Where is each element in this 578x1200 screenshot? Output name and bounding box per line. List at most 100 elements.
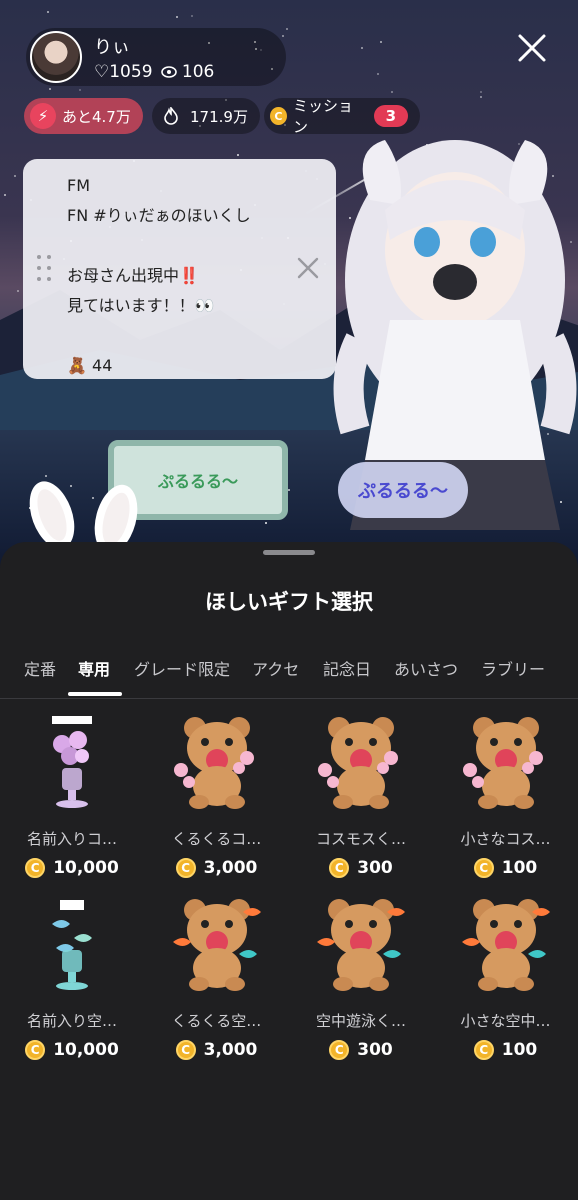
gift-item[interactable]: 名前入りコ… C 10,000	[0, 704, 144, 884]
gift-price-value: 100	[501, 1040, 538, 1060]
mission-count-badge: 3	[373, 105, 408, 127]
star	[360, 46, 363, 49]
gift-price-value: 300	[357, 1040, 393, 1060]
gift-item[interactable]: 空中遊泳く… C 300	[289, 886, 433, 1066]
star	[45, 474, 48, 477]
tab-lovely[interactable]: ラブリー	[481, 656, 545, 680]
scene-speech-bubble: ぷるるる〜	[338, 462, 468, 518]
coin-icon: C	[25, 858, 46, 878]
flame-icon	[158, 103, 184, 129]
star	[377, 73, 380, 76]
bear-fish-icon	[311, 894, 411, 992]
bear-icon: 🧸	[67, 356, 87, 375]
gift-name: 小さな空中…	[460, 1012, 551, 1030]
sheet-drag-handle[interactable]	[263, 550, 315, 555]
gift-price: C 100	[434, 858, 578, 878]
drag-handle-icon[interactable]	[37, 255, 53, 285]
mission-chip[interactable]: C ミッション 3	[264, 97, 420, 136]
gift-price: C 10,000	[0, 858, 144, 878]
gift-item[interactable]: くるくるコ… C 3,000	[145, 704, 289, 884]
star	[175, 15, 178, 18]
active-tab-indicator	[68, 692, 122, 696]
tab-exclusive[interactable]: 専用	[78, 656, 110, 680]
points-text: 171.9万	[190, 107, 248, 126]
host-name: りぃ	[94, 36, 130, 58]
gift-price-value: 100	[501, 858, 538, 878]
bear-count-row: 🧸 44	[67, 351, 336, 381]
host-stats: ♡1059 106	[94, 62, 214, 82]
star	[92, 496, 95, 499]
gift-name: 小さなコス…	[460, 830, 551, 848]
bear-fish-icon	[167, 894, 267, 992]
tab-anniversary[interactable]: 記念日	[323, 656, 371, 680]
coin-icon: C	[25, 1040, 46, 1060]
points-chip[interactable]: 171.9万	[152, 98, 260, 134]
mission-label: ミッション	[292, 97, 353, 136]
rank-gap-text: あと4.7万	[62, 107, 131, 126]
star	[69, 485, 72, 488]
star	[285, 28, 288, 31]
viewers-count: 106	[181, 61, 215, 82]
likes-count: ♡1059	[94, 61, 153, 82]
star	[47, 11, 50, 14]
coin-icon: C	[175, 858, 196, 878]
comment-line: 見てはいます！！👀	[67, 296, 215, 315]
star	[480, 91, 483, 94]
fish-stand-icon	[22, 894, 122, 992]
star	[4, 194, 7, 197]
star	[479, 96, 482, 99]
gift-price-value: 10,000	[53, 1040, 119, 1060]
gift-price: C 3,000	[145, 1040, 289, 1060]
comment-line: FN #りぃだぁのほいくし	[67, 206, 251, 225]
star	[78, 88, 81, 91]
gift-category-tabs: 定番 専用 グレード限定 アクセ 記念日 あいさつ ラブリー	[0, 656, 578, 696]
star	[288, 489, 291, 492]
close-comment-icon[interactable]	[295, 255, 321, 281]
tab-accessories[interactable]: アクセ	[252, 656, 299, 680]
host-avatar[interactable]	[30, 31, 82, 83]
tab-standard[interactable]: 定番	[24, 656, 56, 680]
eye-icon	[160, 65, 177, 78]
rank-gap-chip[interactable]: ⚡ あと4.7万	[24, 98, 143, 134]
viewers-stat: 106	[160, 61, 215, 82]
gift-price-value: 3,000	[203, 1040, 258, 1060]
tab-grade-limited[interactable]: グレード限定	[134, 656, 230, 680]
star	[391, 91, 394, 94]
gift-item[interactable]: 小さな空中… C 100	[434, 886, 578, 1066]
gift-name: くるくるコ…	[171, 830, 262, 848]
gift-item[interactable]: 小さなコス… C 100	[434, 704, 578, 884]
star	[13, 174, 16, 177]
bear-flowers-icon	[456, 712, 556, 810]
star	[380, 41, 382, 44]
gift-price: C 300	[289, 858, 433, 878]
gift-selection-sheet: ほしいギフト選択 定番 専用 グレード限定 アクセ 記念日 あいさつ ラブリー …	[0, 542, 578, 1200]
gift-price-value: 3,000	[203, 858, 258, 878]
coin-icon: C	[329, 858, 350, 878]
pinned-comment-card[interactable]: FM FN #りぃだぁのほいくし お母さん出現中‼️ 見てはいます！！👀 🧸 4…	[23, 159, 336, 379]
star	[282, 34, 285, 37]
star	[264, 522, 267, 525]
tabs-divider	[0, 698, 578, 699]
coin-icon: C	[473, 1040, 494, 1060]
gift-price: C 100	[434, 1040, 578, 1060]
bear-fish-icon	[456, 894, 556, 992]
coin-icon: C	[175, 1040, 196, 1060]
gift-name: くるくる空…	[171, 1012, 262, 1030]
gift-name: 名前入り空…	[26, 1012, 117, 1030]
gift-price: C 3,000	[145, 858, 289, 878]
host-profile-pill[interactable]: りぃ ♡1059 106	[26, 28, 286, 86]
flower-vase-icon	[22, 712, 122, 810]
gift-item[interactable]: コスモスく… C 300	[289, 704, 433, 884]
comment-line: FM	[67, 176, 91, 195]
tab-greetings[interactable]: あいさつ	[394, 656, 458, 680]
gift-name: 空中遊泳く…	[315, 1012, 406, 1030]
star	[237, 153, 240, 156]
host-info: りぃ ♡1059 106	[94, 33, 214, 82]
sheet-title: ほしいギフト選択	[205, 590, 373, 614]
close-stream-icon[interactable]	[514, 30, 550, 66]
star	[191, 14, 194, 17]
gift-item[interactable]: くるくる空… C 3,000	[145, 886, 289, 1066]
gift-price: C 10,000	[0, 1040, 144, 1060]
gift-price: C 300	[289, 1040, 433, 1060]
gift-item[interactable]: 名前入り空… C 10,000	[0, 886, 144, 1066]
